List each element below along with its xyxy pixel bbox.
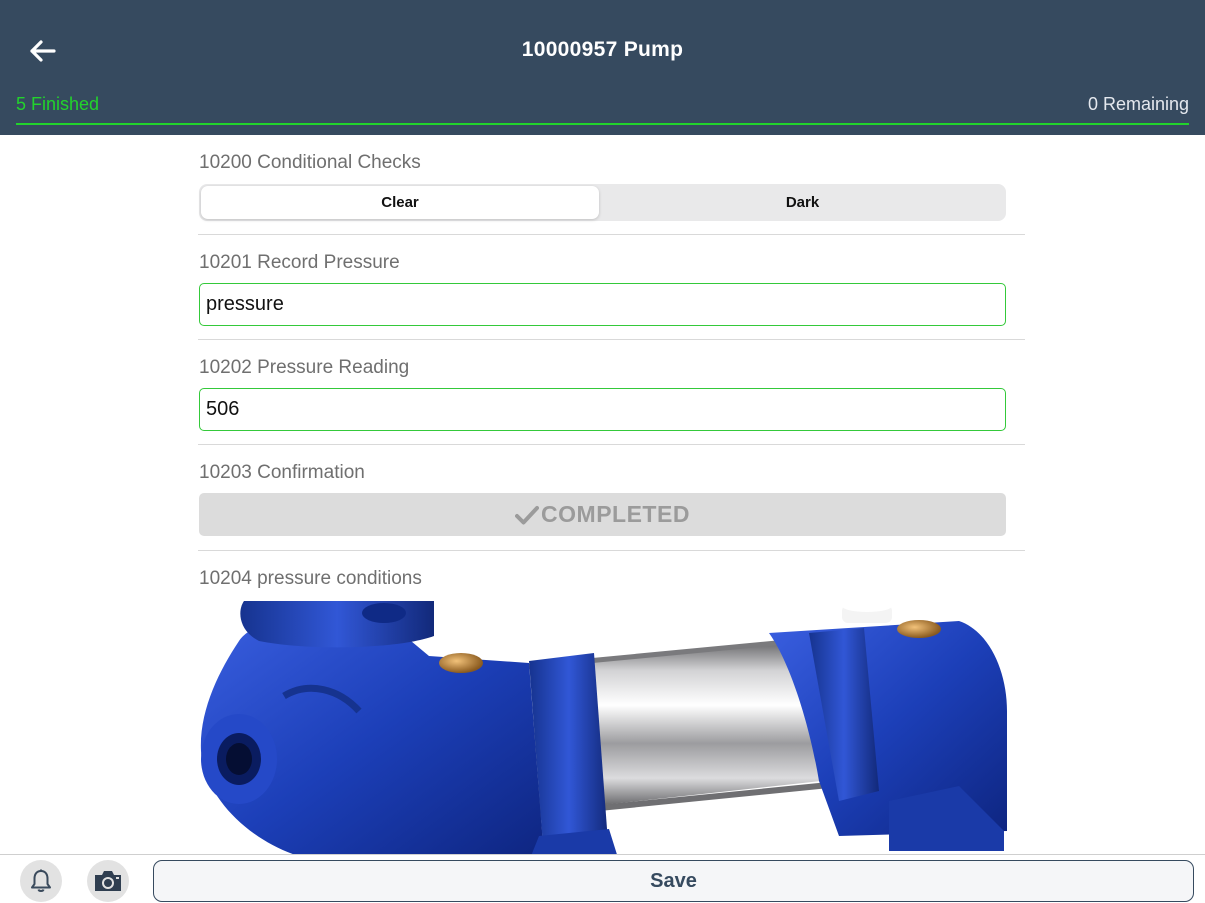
field-label: 10202 Pressure Reading bbox=[199, 357, 410, 378]
field-pressure-conditions: 10204 pressure conditions bbox=[198, 551, 1025, 854]
page-title: 10000957 Pump bbox=[521, 38, 684, 61]
record-pressure-input[interactable] bbox=[199, 283, 1006, 326]
segment-clear[interactable]: Clear bbox=[201, 186, 599, 219]
notification-button[interactable] bbox=[20, 860, 62, 902]
field-label: 10204 pressure conditions bbox=[199, 568, 422, 589]
field-confirmation: 10203 Confirmation COMPLETED bbox=[198, 445, 1025, 551]
pump-photo[interactable] bbox=[199, 601, 1007, 854]
field-label: 10200 Conditional Checks bbox=[199, 152, 421, 173]
camera-icon bbox=[95, 871, 121, 891]
completed-label: COMPLETED bbox=[541, 501, 690, 527]
header-bar: 10000957 Pump 5 Finished 0 Remaining bbox=[0, 0, 1205, 135]
segment-dark[interactable]: Dark bbox=[601, 186, 1004, 219]
field-label: 10201 Record Pressure bbox=[199, 252, 400, 273]
camera-button[interactable] bbox=[87, 860, 129, 902]
footer-divider bbox=[0, 854, 1205, 855]
field-record-pressure: 10201 Record Pressure bbox=[198, 235, 1025, 340]
bell-icon bbox=[31, 869, 51, 892]
field-pressure-reading: 10202 Pressure Reading bbox=[198, 340, 1025, 445]
save-button[interactable]: Save bbox=[153, 860, 1194, 902]
field-label: 10203 Confirmation bbox=[199, 462, 365, 483]
conditional-checks-segmented-control: Clear Dark bbox=[199, 184, 1006, 221]
completed-button[interactable]: COMPLETED bbox=[199, 493, 1006, 536]
remaining-count: 0 Remaining bbox=[1087, 94, 1189, 114]
footer-toolbar: Save bbox=[0, 854, 1205, 903]
checklist-form: 10200 Conditional Checks Clear Dark 1020… bbox=[198, 135, 1025, 854]
pressure-reading-input[interactable] bbox=[199, 388, 1006, 431]
checkmark-icon bbox=[515, 504, 540, 526]
finished-count: 5 Finished bbox=[16, 94, 100, 114]
progress-bar bbox=[16, 123, 1189, 125]
field-conditional-checks: 10200 Conditional Checks Clear Dark bbox=[198, 135, 1025, 235]
